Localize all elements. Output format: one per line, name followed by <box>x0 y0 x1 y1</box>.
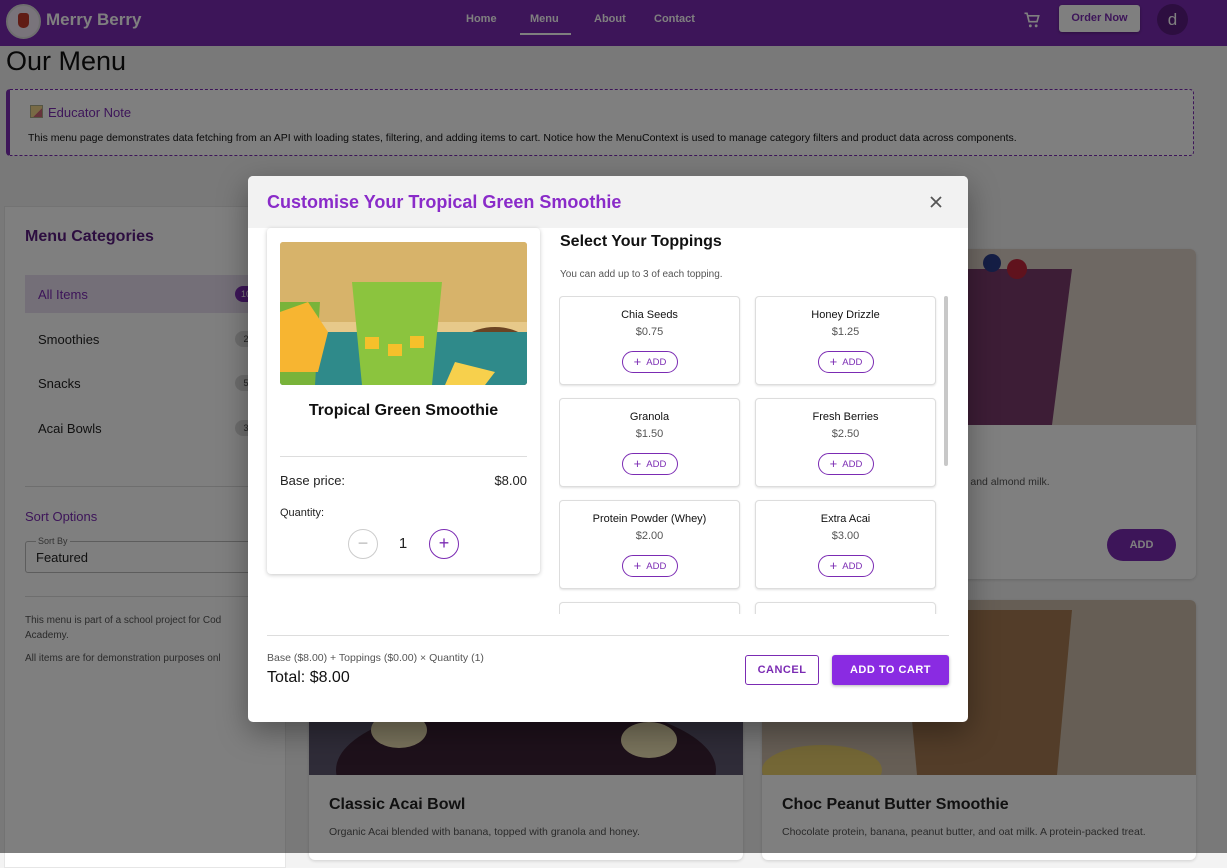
topping-fresh-berries: Fresh Berries $2.50 + ADD <box>755 398 936 487</box>
topping-granola: Granola $1.50 + ADD <box>559 398 740 487</box>
toppings-title: Select Your Toppings <box>560 233 722 250</box>
base-price-label: Base price: <box>280 473 346 488</box>
price-formula: Base ($8.00) + Toppings ($0.00) × Quanti… <box>267 652 484 664</box>
topping-protein-powder: Protein Powder (Whey) $2.00 + ADD <box>559 500 740 589</box>
close-icon[interactable] <box>929 195 943 209</box>
topping-extra-acai: Extra Acai $3.00 + ADD <box>755 500 936 589</box>
add-topping-button[interactable]: + ADD <box>818 453 874 475</box>
product-name: Tropical Green Smoothie <box>308 402 499 419</box>
quantity-label: Quantity: <box>280 507 325 519</box>
dialog-header: Customise Your Tropical Green Smoothie <box>248 176 968 228</box>
product-summary-card: Tropical Green Smoothie Base price: $8.0… <box>267 228 540 574</box>
toppings-list[interactable]: Chia Seeds $0.75 + ADD Honey Drizzle $1.2… <box>559 296 949 614</box>
add-to-cart-button[interactable]: ADD TO CART <box>832 655 949 685</box>
plus-icon: + <box>633 456 642 471</box>
add-topping-button[interactable]: + ADD <box>622 351 678 373</box>
total-price: Total: $8.00 <box>267 669 350 686</box>
topping-partial <box>559 602 740 614</box>
topping-chia-seeds: Chia Seeds $0.75 + ADD <box>559 296 740 385</box>
product-image <box>280 242 527 385</box>
scrollbar[interactable] <box>944 296 948 466</box>
decrease-quantity-button[interactable]: − <box>348 529 378 559</box>
plus-icon: + <box>633 354 642 369</box>
add-topping-button[interactable]: + ADD <box>622 453 678 475</box>
divider <box>280 456 527 457</box>
add-topping-button[interactable]: + ADD <box>818 351 874 373</box>
increase-quantity-button[interactable]: + <box>429 529 459 559</box>
customise-dialog: Customise Your Tropical Green Smoothie T… <box>248 176 968 722</box>
quantity-value: 1 <box>398 535 408 552</box>
plus-icon: + <box>829 354 838 369</box>
plus-icon: + <box>633 558 642 573</box>
topping-partial <box>755 602 936 614</box>
add-topping-button[interactable]: + ADD <box>818 555 874 577</box>
dialog-title: Customise Your Tropical Green Smoothie <box>267 192 622 212</box>
divider <box>267 635 949 636</box>
plus-icon: + <box>829 456 838 471</box>
plus-icon: + <box>829 558 838 573</box>
add-topping-button[interactable]: + ADD <box>622 555 678 577</box>
topping-honey-drizzle: Honey Drizzle $1.25 + ADD <box>755 296 936 385</box>
toppings-subtitle: You can add up to 3 of each topping. <box>560 269 723 280</box>
base-price-value: $8.00 <box>494 473 527 488</box>
cancel-button[interactable]: CANCEL <box>745 655 819 685</box>
